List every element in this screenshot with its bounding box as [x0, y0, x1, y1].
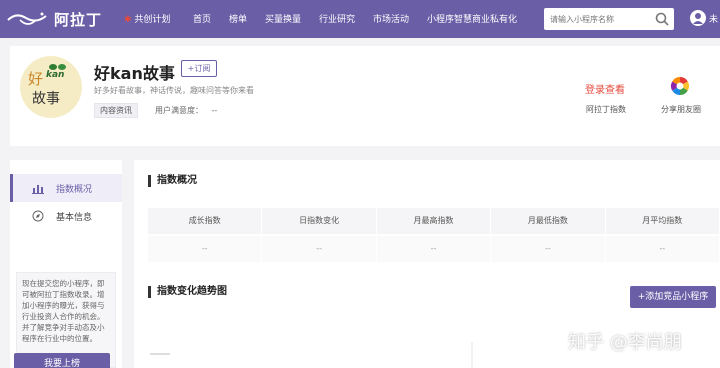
table-cell: -- — [491, 236, 606, 262]
nav-item-home[interactable]: 首页 — [193, 12, 211, 25]
app-logo-text-top: 好 — [28, 70, 44, 88]
subscribe-button[interactable]: +订阅 — [181, 60, 217, 77]
table-cell: -- — [262, 236, 377, 262]
camera-aperture-share-icon[interactable] — [670, 76, 690, 96]
sidebar-item-index-overview[interactable]: 指数概况 — [10, 174, 122, 202]
overview-table-header: 成长指数 日指数变化 月最高指数 月最低指数 月平均指数 — [148, 208, 720, 234]
cocreate-icon: ✱ — [124, 15, 132, 25]
user-avatar-icon — [690, 10, 706, 26]
teapot-logo-icon — [7, 12, 47, 25]
table-cell: -- — [148, 236, 263, 262]
nav-item-market-events[interactable]: 市场活动 — [373, 12, 409, 25]
apply-listing-button[interactable]: 我要上榜 — [14, 353, 110, 368]
category-tag[interactable]: 内容资讯 — [94, 103, 138, 118]
column-header: 成长指数 — [148, 208, 263, 234]
sidebar-item-label: 指数概况 — [56, 184, 93, 195]
column-header: 月平均指数 — [606, 208, 720, 234]
search-input[interactable] — [544, 8, 652, 30]
aladdin-index-label: 阿拉丁指数 — [586, 105, 626, 114]
sidebar: 指数概况 基本信息 现在提交您的小程序，即可被阿拉丁指数收录。增加小程序的曝光，… — [10, 160, 122, 368]
app-title: 好kan故事 — [94, 64, 175, 83]
table-cell: -- — [377, 236, 492, 262]
top-navigation-bar: 阿拉丁 ✱ 共创计划 首页 榜单 买量换量 行业研究 市场活动 小程序智慧商业私… — [0, 0, 720, 38]
sidebar-item-basic-info[interactable]: 基本信息 — [10, 202, 122, 230]
bar-chart-icon — [32, 185, 44, 194]
search-icon[interactable] — [654, 11, 670, 27]
login-to-view-link[interactable]: 登录查看 — [585, 81, 625, 96]
satisfaction-label: 用户满意度： — [155, 106, 203, 115]
trend-chart-placeholder — [150, 342, 473, 368]
user-menu[interactable]: 未 — [690, 10, 718, 26]
leaf-icon — [49, 64, 66, 70]
nav-item-industry-research[interactable]: 行业研究 — [319, 12, 355, 25]
nav-item-traffic-exchange[interactable]: 买量换量 — [265, 12, 301, 25]
app-logo: 好 kan 故事 — [20, 56, 82, 118]
table-cell: -- — [606, 236, 720, 262]
user-label: 未 — [709, 14, 719, 25]
watermark: 知乎 @李尚朋 — [568, 332, 682, 353]
nav-item-rankings[interactable]: 榜单 — [229, 12, 247, 25]
column-header: 日指数变化 — [262, 208, 377, 234]
column-header: 月最高指数 — [377, 208, 492, 234]
table-row: -- -- -- -- -- — [148, 236, 720, 262]
app-logo-text-bottom: 故事 — [32, 91, 60, 107]
index-overview-title: 指数概况 — [148, 175, 197, 187]
app-header-card: 好 kan 故事 好kan故事 +订阅 好多好看故事，神话传说，趣味问答等你来看… — [10, 46, 720, 146]
satisfaction-value: -- — [211, 106, 218, 115]
nav-item-cocreate[interactable]: ✱ 共创计划 — [124, 12, 170, 25]
brand-logo[interactable]: 阿拉丁 — [6, 6, 102, 32]
user-satisfaction: 用户满意度： -- — [155, 105, 217, 116]
search-box — [544, 8, 674, 30]
brand-name: 阿拉丁 — [54, 10, 103, 29]
trend-chart-title: 指数变化趋势图 — [148, 286, 227, 298]
nav-item-private-deployment[interactable]: 小程序智慧商业私有化 — [427, 12, 517, 25]
add-competitor-button[interactable]: +添加竞品小程序 — [630, 286, 716, 308]
app-description: 好多好看故事，神话传说，趣味问答等你来看 — [94, 86, 254, 95]
share-moments-label[interactable]: 分享朋友圈 — [661, 104, 701, 115]
sidebar-item-label: 基本信息 — [56, 212, 93, 223]
column-header: 月最低指数 — [491, 208, 606, 234]
compass-icon — [32, 210, 44, 222]
